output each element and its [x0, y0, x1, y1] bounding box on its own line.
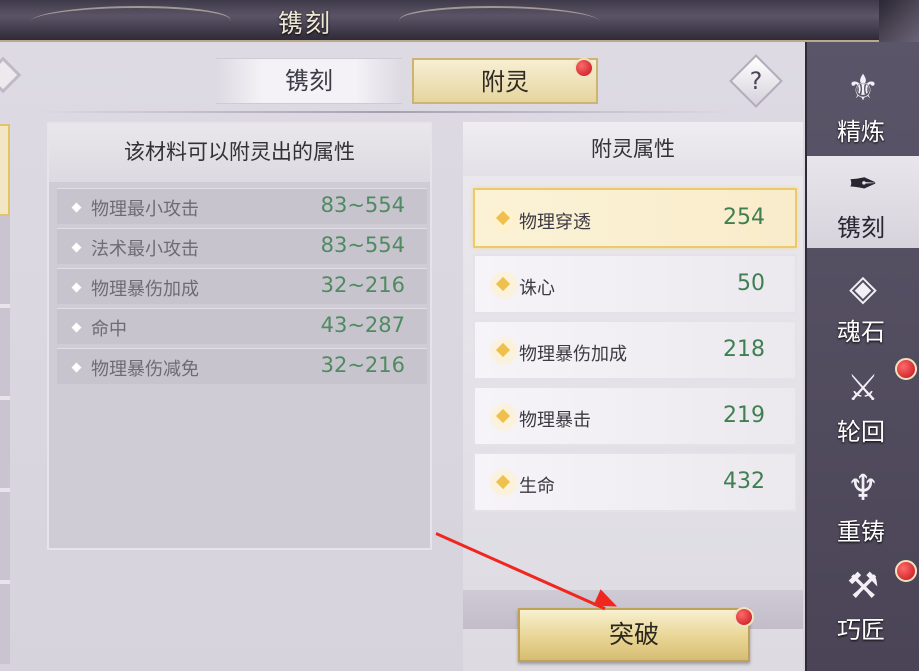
- sidebar-item-label: 重铸: [837, 518, 885, 546]
- equipment-strip[interactable]: [0, 124, 10, 664]
- equipment-slot-selected[interactable]: [0, 124, 10, 216]
- craftsman-icon: ⚒: [846, 566, 880, 607]
- diamond-bullet-icon: [71, 242, 82, 253]
- enchant-attribute-row[interactable]: 生命 432: [473, 452, 797, 512]
- soulstone-icon: ◈: [849, 268, 877, 309]
- attribute-name: 物理暴伤减免: [91, 359, 199, 380]
- sidebar-item-label: 轮回: [837, 418, 885, 446]
- divider: [35, 111, 735, 113]
- tab-engrave[interactable]: 镌刻: [216, 58, 402, 104]
- engrave-icon: ✒: [847, 164, 879, 205]
- window-title: 镌刻: [277, 9, 332, 38]
- sidebar-item-label: 镌刻: [837, 214, 885, 242]
- list-item: 命中 43~287: [57, 308, 427, 344]
- diamond-bullet-icon: [71, 362, 82, 373]
- attribute-name: 法术最小攻击: [91, 239, 199, 260]
- attribute-name: 物理暴击: [519, 410, 591, 431]
- diamond-bullet-icon: [71, 202, 82, 213]
- material-panel-header: 该材料可以附灵出的属性: [49, 124, 430, 182]
- sidebar-item-engrave[interactable]: ✒ 镌刻: [807, 156, 919, 248]
- refine-icon: ⚜: [846, 68, 880, 109]
- diamond-bullet-icon: [71, 322, 82, 333]
- sidebar-item-label: 魂石: [837, 318, 885, 346]
- notification-dot-icon: [734, 607, 754, 627]
- attribute-value: 219: [723, 403, 765, 428]
- enchant-attribute-row[interactable]: 物理暴击 219: [473, 386, 797, 446]
- attribute-name: 命中: [91, 319, 127, 340]
- enchant-attribute-row-selected[interactable]: 物理穿透 254: [473, 188, 797, 248]
- title-bar: 镌刻: [0, 0, 919, 42]
- attribute-range: 32~216: [320, 353, 405, 377]
- enchant-attribute-row[interactable]: 物理暴伤加成 218: [473, 320, 797, 380]
- material-attribute-list: 物理最小攻击 83~554 法术最小攻击 83~554 物理暴伤加成 32~21…: [57, 188, 427, 388]
- enchant-panel-header: 附灵属性: [463, 122, 803, 176]
- diamond-bullet-icon: [71, 282, 82, 293]
- attribute-value: 50: [737, 271, 765, 296]
- attribute-name: 物理暴伤加成: [91, 279, 199, 300]
- attribute-range: 43~287: [320, 313, 405, 337]
- notification-dot-icon: [574, 58, 594, 78]
- sidebar-item-label: 精炼: [837, 118, 885, 146]
- attribute-value: 432: [723, 469, 765, 494]
- list-item: 物理暴伤加成 32~216: [57, 268, 427, 304]
- corner-ornament: [879, 0, 919, 42]
- list-item: 法术最小攻击 83~554: [57, 228, 427, 264]
- left-arrow-icon[interactable]: [0, 56, 22, 94]
- attribute-value: 218: [723, 337, 765, 362]
- attribute-name: 诛心: [519, 278, 555, 299]
- tab-enchant[interactable]: 附灵: [412, 58, 598, 104]
- sidebar-item-label: 巧匠: [837, 616, 885, 644]
- notification-dot-icon: [895, 560, 917, 582]
- main-panel: 镌刻 附灵 ? 该材料可以附灵出的属性 物理最小攻击 83~554 法术最小攻击…: [0, 42, 805, 671]
- attribute-name: 物理穿透: [519, 212, 591, 233]
- notification-dot-icon: [895, 358, 917, 380]
- attribute-range: 83~554: [320, 233, 405, 257]
- sidebar-item-soulstone[interactable]: ◈ 魂石: [807, 260, 919, 352]
- attribute-value: 254: [723, 205, 765, 230]
- attribute-range: 32~216: [320, 273, 405, 297]
- list-item: 物理暴伤减免 32~216: [57, 348, 427, 384]
- help-button[interactable]: ?: [729, 54, 783, 108]
- breakthrough-button[interactable]: 突破: [518, 608, 750, 662]
- enchant-attribute-row[interactable]: 诛心 50: [473, 254, 797, 314]
- attribute-range: 83~554: [320, 193, 405, 217]
- sidebar-item-recast[interactable]: ♆ 重铸: [807, 460, 919, 552]
- recast-icon: ♆: [846, 468, 880, 509]
- material-attributes-panel: 该材料可以附灵出的属性 物理最小攻击 83~554 法术最小攻击 83~554 …: [47, 122, 432, 550]
- attribute-name: 生命: [519, 476, 555, 497]
- sidebar-item-refine[interactable]: ⚜ 精炼: [807, 60, 919, 152]
- attribute-name: 物理暴伤加成: [519, 344, 627, 365]
- attribute-name: 物理最小攻击: [91, 199, 199, 220]
- question-icon: ?: [749, 67, 763, 95]
- enchant-attributes-panel: 附灵属性 物理穿透 254 诛心 50 物理暴伤加成 218 物理暴击 219: [463, 122, 803, 671]
- reincarnation-icon: ⚔: [846, 368, 880, 409]
- list-item: 物理最小攻击 83~554: [57, 188, 427, 224]
